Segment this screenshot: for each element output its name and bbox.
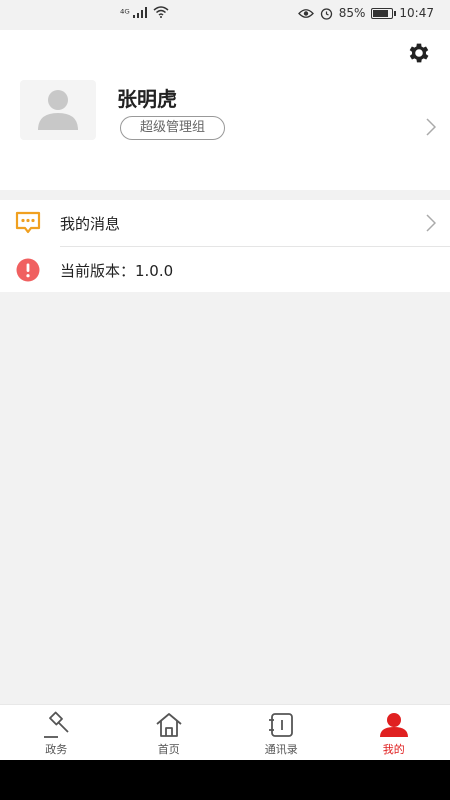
eye-icon — [297, 8, 314, 18]
menu-item-version[interactable]: 当前版本：1.0.0 — [0, 247, 450, 293]
battery-icon — [371, 7, 397, 19]
tab-government[interactable]: 政务 — [0, 705, 113, 760]
default-avatar-icon — [38, 90, 78, 130]
tab-mine[interactable]: 我的 — [338, 705, 450, 760]
role-badge: 超级管理组 — [120, 116, 225, 140]
alarm-icon — [320, 7, 332, 20]
network-type: ⁴ᴳ — [120, 7, 130, 20]
tab-contacts[interactable]: 通讯录 — [225, 705, 338, 760]
contacts-icon — [269, 713, 294, 737]
gear-icon[interactable] — [406, 40, 432, 66]
alert-icon — [16, 258, 40, 282]
avatar[interactable] — [20, 80, 96, 140]
menu-list: 我的消息 当前版本：1.0.0 — [0, 200, 450, 292]
message-icon — [15, 211, 41, 234]
profile-card[interactable]: 张明虎 超级管理组 — [0, 30, 450, 190]
tab-label-home: 首页 — [157, 743, 180, 756]
tab-home[interactable]: 首页 — [113, 705, 226, 760]
tab-label-government: 政务 — [45, 743, 68, 756]
system-navigation-bar — [0, 760, 450, 800]
wifi-icon — [153, 6, 169, 18]
home-icon — [156, 713, 182, 737]
menu-item-messages[interactable]: 我的消息 — [0, 200, 450, 247]
content-area — [0, 292, 450, 704]
status-bar: ⁴ᴳ 85% 10:47 — [0, 0, 450, 30]
user-name: 张明虎 — [117, 87, 177, 111]
tab-label-mine: 我的 — [382, 743, 405, 756]
menu-label-version: 当前版本：1.0.0 — [60, 262, 174, 280]
signal-indicator: ⁴ᴳ — [120, 6, 169, 20]
menu-label-messages: 我的消息 — [60, 215, 121, 233]
status-right: 85% 10:47 — [297, 6, 434, 20]
clock: 10:47 — [399, 6, 434, 20]
user-icon — [379, 713, 408, 737]
gavel-icon — [44, 711, 69, 738]
battery-percent: 85% — [338, 6, 366, 20]
tab-label-contacts: 通讯录 — [264, 743, 298, 756]
bottom-tab-bar: 政务 首页 通讯录 我的 — [0, 704, 450, 760]
chevron-right-icon — [426, 118, 436, 136]
chevron-right-icon — [426, 214, 436, 232]
signal-icon — [133, 7, 148, 18]
